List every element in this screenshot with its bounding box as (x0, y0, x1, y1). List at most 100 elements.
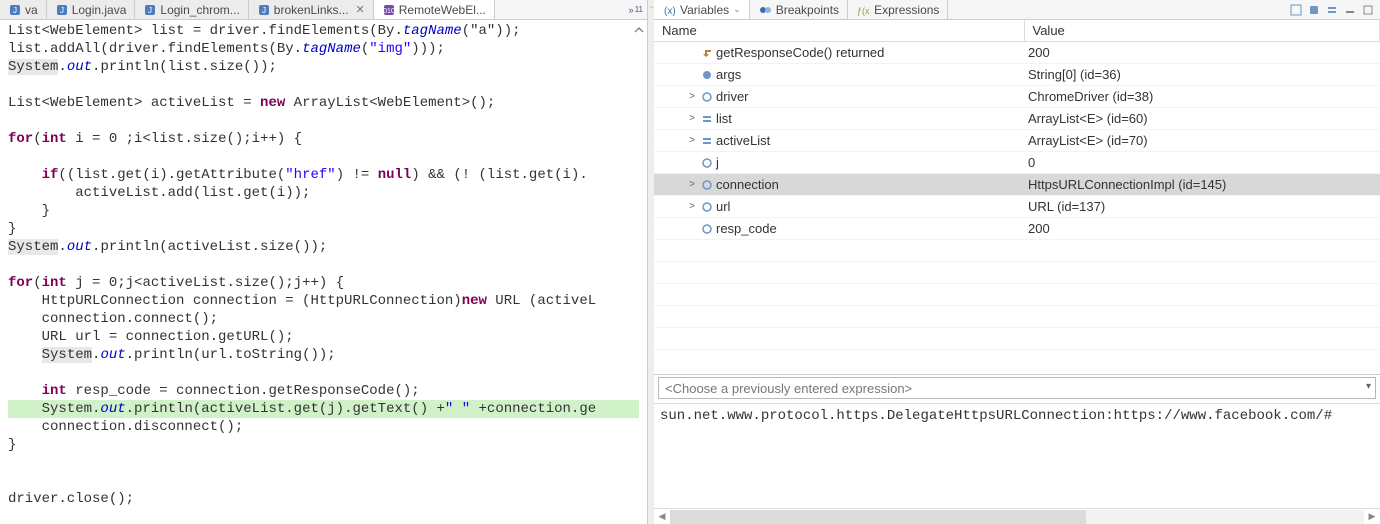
variable-kind-icon (700, 112, 714, 126)
column-header-value[interactable]: Value (1024, 20, 1380, 42)
toolbar-button[interactable] (1324, 2, 1340, 18)
expand-twisty-icon[interactable]: > (686, 113, 698, 124)
expression-input[interactable]: <Choose a previously entered expression>… (658, 377, 1376, 399)
variable-row-empty (654, 328, 1380, 350)
chevron-down-icon[interactable]: ▾ (1366, 381, 1371, 392)
code-line[interactable] (8, 112, 639, 130)
debug-tab-variables[interactable]: (x)Variables ⌄ (654, 0, 750, 19)
code-line[interactable]: List<WebElement> activeList = new ArrayL… (8, 94, 639, 112)
file-icon: J (55, 3, 69, 17)
tab-label: Login_chrom... (160, 3, 239, 17)
expand-twisty-icon[interactable]: > (686, 179, 698, 190)
svg-text:010: 010 (383, 8, 395, 15)
code-line[interactable] (8, 454, 639, 472)
toolbar-button[interactable] (1306, 2, 1322, 18)
code-line[interactable]: activeList.add(list.get(i)); (8, 184, 639, 202)
variable-value: String[0] (id=36) (1024, 64, 1380, 86)
debug-tab-expressions[interactable]: ƒ(x) Expressions (848, 0, 948, 19)
code-line[interactable]: HttpURLConnection connection = (HttpURLC… (8, 292, 639, 310)
svg-text:J: J (148, 6, 152, 15)
editor-tab[interactable]: 010 RemoteWebEl... (374, 0, 495, 19)
code-line[interactable]: System.out.println(activeList.get(j).get… (8, 400, 639, 418)
code-line[interactable]: for(int j = 0;j<activeList.size();j++) { (8, 274, 639, 292)
debug-view-tabs: (x)Variables ⌄Breakpoints ƒ(x) Expressions (654, 0, 1380, 20)
code-line[interactable]: } (8, 202, 639, 220)
code-line[interactable]: System.out.println(list.size()); (8, 58, 639, 76)
variable-name: url (716, 199, 730, 214)
variable-row[interactable]: > driver ChromeDriver (id=38) (654, 86, 1380, 108)
code-line[interactable] (8, 148, 639, 166)
variable-row[interactable]: resp_code200 (654, 218, 1380, 240)
variable-kind-icon (700, 68, 714, 82)
variable-kind-icon (700, 90, 714, 104)
code-line[interactable]: } (8, 220, 639, 238)
variable-row-empty (654, 306, 1380, 328)
variable-value: ArrayList<E> (id=70) (1024, 130, 1380, 152)
file-icon: J (8, 3, 22, 17)
variable-name: args (716, 67, 741, 82)
code-line[interactable] (8, 364, 639, 382)
minimize-button[interactable] (1342, 2, 1358, 18)
editor-tab[interactable]: JbrokenLinks...✕ (249, 0, 374, 19)
code-line[interactable]: driver.close(); (8, 490, 639, 508)
code-line[interactable]: list.addAll(driver.findElements(By.tagNa… (8, 40, 639, 58)
variable-name: getResponseCode() returned (716, 45, 884, 60)
expand-twisty-icon[interactable]: > (686, 91, 698, 102)
variable-kind-icon (700, 134, 714, 148)
variables-table[interactable]: Name Value getResponseCode() returned 200… (654, 20, 1380, 375)
detail-pane[interactable]: sun.net.www.protocol.https.DelegateHttps… (654, 403, 1380, 508)
variable-name: driver (716, 89, 749, 104)
expand-twisty-icon[interactable]: > (686, 135, 698, 146)
editor-tab[interactable]: J Login_chrom... (135, 0, 248, 19)
tab-label: RemoteWebEl... (399, 3, 486, 17)
var-icon: (x) (662, 3, 676, 17)
variable-value: ArrayList<E> (id=60) (1024, 108, 1380, 130)
variable-value: 0 (1024, 152, 1380, 174)
code-line[interactable] (8, 76, 639, 94)
variable-value: HttpsURLConnectionImpl (id=145) (1024, 174, 1380, 196)
editor-tab[interactable]: JLogin.java (47, 0, 136, 19)
code-line[interactable]: connection.connect(); (8, 310, 639, 328)
close-icon[interactable]: ✕ (356, 3, 365, 16)
toolbar-button[interactable] (1288, 2, 1304, 18)
variable-value: 200 (1024, 42, 1380, 64)
variable-value: ChromeDriver (id=38) (1024, 86, 1380, 108)
variable-name: connection (716, 177, 779, 192)
debug-tab-breakpoints[interactable]: Breakpoints (750, 0, 848, 19)
variable-row[interactable]: args String[0] (id=36) (654, 64, 1380, 86)
code-editor[interactable]: List<WebElement> list = driver.findEleme… (0, 20, 647, 524)
variable-name: resp_code (716, 221, 777, 236)
variable-row[interactable]: >listArrayList<E> (id=60) (654, 108, 1380, 130)
horizontal-scrollbar[interactable]: ◀▶ (654, 508, 1380, 524)
code-line[interactable]: } (8, 436, 639, 454)
variable-row[interactable]: >activeListArrayList<E> (id=70) (654, 130, 1380, 152)
code-line[interactable]: for(int i = 0 ;i<list.size();i++) { (8, 130, 639, 148)
file-icon: J (257, 3, 271, 17)
variable-row[interactable]: >urlURL (id=137) (654, 196, 1380, 218)
code-line[interactable] (8, 256, 639, 274)
code-line[interactable]: int resp_code = connection.getResponseCo… (8, 382, 639, 400)
code-line[interactable]: connection.disconnect(); (8, 418, 639, 436)
maximize-button[interactable] (1360, 2, 1376, 18)
variable-kind-icon (700, 178, 714, 192)
variable-row[interactable]: j0 (654, 152, 1380, 174)
bp-icon (758, 3, 772, 17)
column-header-name[interactable]: Name (654, 20, 1024, 42)
editor-tab-bar: JvaJLogin.javaJLogin_chrom...JbrokenLink… (0, 0, 647, 20)
tab-overflow-chevrons[interactable]: » 11 (625, 0, 647, 19)
variable-row[interactable]: > connection HttpsURLConnectionImpl (id=14… (654, 174, 1380, 196)
code-line[interactable]: URL url = connection.getURL(); (8, 328, 639, 346)
editor-tab[interactable]: Jva (0, 0, 47, 19)
code-line[interactable]: System.out.println(activeList.size()); (8, 238, 639, 256)
code-line[interactable]: if((list.get(i).getAttribute("href") != … (8, 166, 639, 184)
debug-tab-label: Expressions (874, 3, 939, 17)
code-line[interactable]: System.out.println(url.toString()); (8, 346, 639, 364)
variable-kind-icon (700, 156, 714, 170)
variable-row-empty (654, 284, 1380, 306)
code-line[interactable]: List<WebElement> list = driver.findEleme… (8, 22, 639, 40)
variable-row[interactable]: getResponseCode() returned 200 (654, 42, 1380, 64)
code-line[interactable] (8, 472, 639, 490)
expression-placeholder: <Choose a previously entered expression> (665, 381, 912, 396)
expr-icon: ƒ(x) (856, 3, 870, 17)
expand-twisty-icon[interactable]: > (686, 201, 698, 212)
